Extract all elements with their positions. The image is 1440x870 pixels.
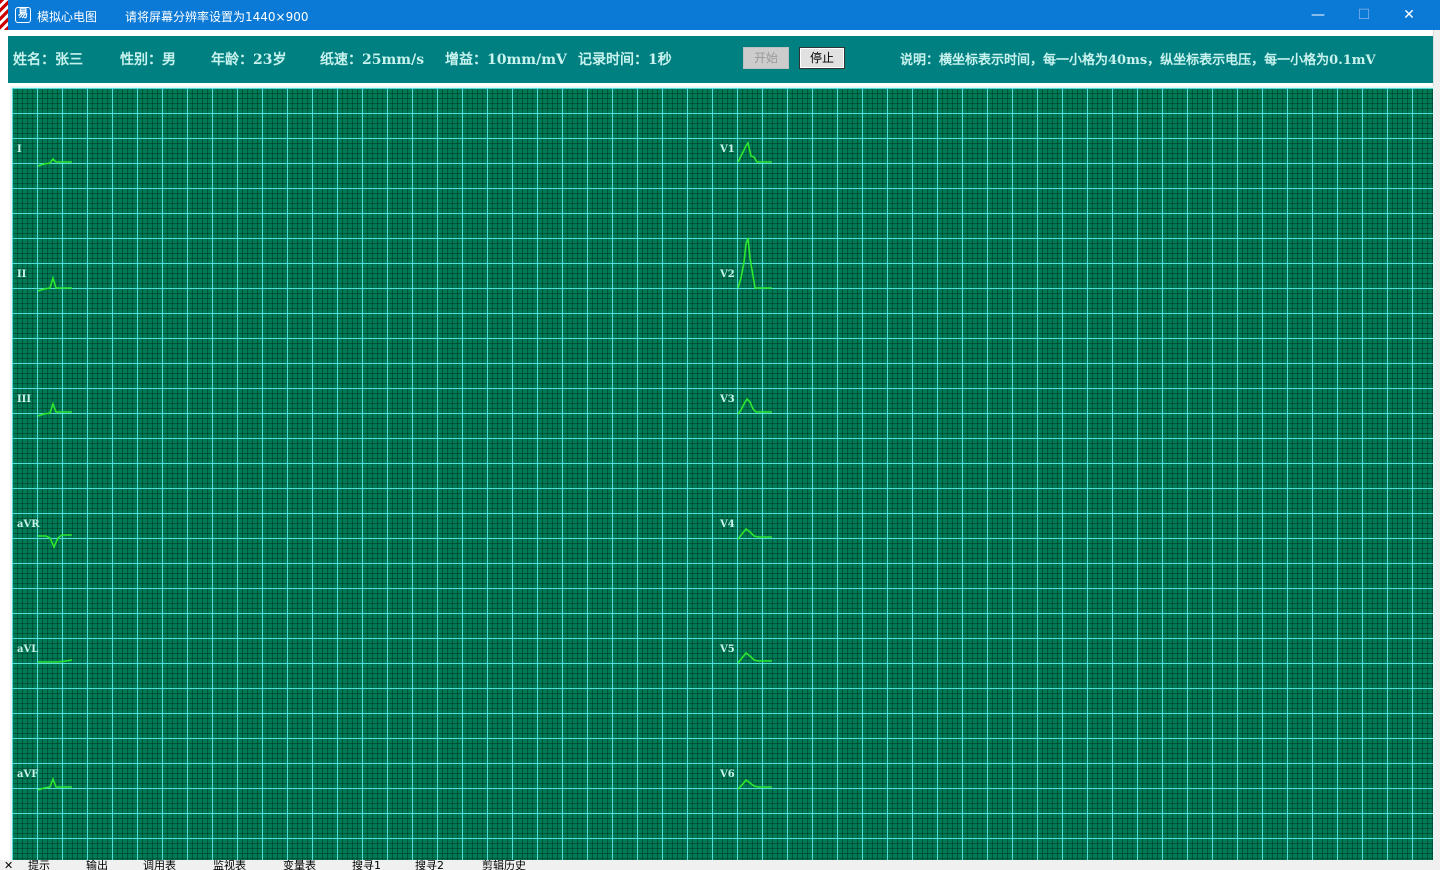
- patient-info-bar: 姓名：张三 性别：男 年龄：23岁 纸速：25mm/s 增益：10mm/mV 记…: [8, 36, 1433, 83]
- ecg-trace-v1: [737, 141, 772, 163]
- ecg-trace-v3: [737, 397, 772, 415]
- maximize-button[interactable]: ☐: [1341, 0, 1387, 30]
- ecg-trace-v5: [737, 651, 772, 664]
- window-edge-decoration: [0, 0, 8, 30]
- lead-label-v1: V1: [719, 144, 735, 155]
- tab-output[interactable]: 输出: [86, 860, 108, 870]
- lead-label-i: I: [17, 144, 22, 155]
- tab-variables[interactable]: 变量表: [283, 860, 316, 870]
- lead-label-avf: aVF: [17, 769, 38, 780]
- close-panel-icon[interactable]: ✕: [4, 860, 13, 870]
- tab-watch[interactable]: 监视表: [213, 860, 246, 870]
- gain-setting: 增益：10mm/mV: [445, 52, 567, 68]
- tab-search1[interactable]: 搜寻1: [352, 860, 381, 870]
- resolution-hint: 请将屏幕分辨率设置为1440×900: [125, 10, 309, 24]
- ecg-traces: IIIIIIaVRaVLaVFV1V2V3V4V5V6: [17, 141, 772, 791]
- record-time: 记录时间：1秒: [578, 52, 672, 68]
- lead-label-iii: III: [17, 394, 31, 405]
- ecg-trace-v6: [737, 778, 772, 790]
- start-button[interactable]: 开始: [743, 47, 789, 69]
- ecg-trace-avr: [38, 534, 72, 549]
- patient-age: 年龄：23岁: [211, 52, 287, 68]
- lead-label-avl: aVL: [17, 644, 38, 655]
- tab-clip-history[interactable]: 剪辑历史: [482, 860, 526, 870]
- ecg-trace-avl: [38, 659, 73, 663]
- tab-hint[interactable]: 提示: [28, 860, 50, 870]
- title-bar: 易 模拟心电图 请将屏幕分辨率设置为1440×900 — ☐ ✕: [0, 0, 1440, 30]
- paper-speed: 纸速：25mm/s: [320, 52, 425, 68]
- close-button[interactable]: ✕: [1386, 0, 1432, 30]
- ecg-grid: I II III aVR aVL aVF V1 V2 V3 V4 V5 V6: [12, 88, 1433, 860]
- minimize-button[interactable]: —: [1295, 0, 1341, 30]
- lead-label-v2: V2: [719, 269, 735, 280]
- ecg-trace-v2: [737, 237, 772, 289]
- tab-search2[interactable]: 搜寻2: [415, 860, 444, 870]
- window-title: 模拟心电图: [37, 10, 98, 24]
- axis-description: 说明：横坐标表示时间，每一小格为40ms，纵坐标表示电压，每一小格为0.1mV: [900, 53, 1376, 68]
- lead-label-v3: V3: [719, 394, 735, 405]
- app-icon: 易: [15, 7, 31, 23]
- stop-button[interactable]: 停止: [799, 47, 845, 69]
- ecg-trace-avf: [37, 776, 72, 791]
- bottom-tab-bar: ✕ 提示 输出 调用表 监视表 变量表 搜寻1 搜寻2 剪辑历史: [0, 860, 1440, 870]
- tab-callstack[interactable]: 调用表: [143, 860, 176, 870]
- lead-label-v4: V4: [719, 519, 735, 530]
- patient-name: 姓名：张三: [13, 52, 83, 68]
- lead-label-ii: II: [17, 269, 27, 280]
- ecg-trace-iii: [37, 401, 72, 417]
- ecg-trace-i: [37, 157, 72, 167]
- lead-label-v6: V6: [719, 769, 735, 780]
- lead-label-avr: aVR: [17, 519, 40, 530]
- ecg-trace-v4: [737, 527, 772, 540]
- patient-gender: 性别：男: [120, 52, 176, 68]
- ecg-trace-ii: [37, 275, 72, 292]
- lead-label-v5: V5: [719, 644, 735, 655]
